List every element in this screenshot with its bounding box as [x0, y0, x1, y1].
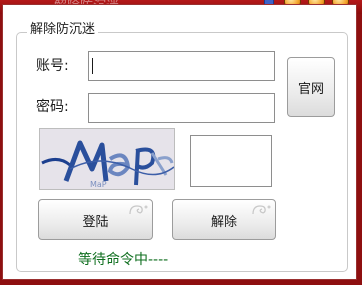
remove-label: 解除	[210, 215, 237, 230]
status-text: 等待命令中----	[78, 252, 169, 268]
login-label: 登陆	[82, 215, 109, 230]
group-title: 解除防沉迷	[27, 21, 99, 39]
text-caret	[92, 58, 93, 74]
account-label: 账号:	[36, 58, 69, 74]
account-input[interactable]	[88, 51, 275, 81]
captcha-graphic: MaP	[41, 140, 174, 189]
captcha-text: MaP	[90, 180, 107, 189]
captcha-input[interactable]	[190, 135, 272, 187]
login-button[interactable]: 登陆	[38, 199, 153, 240]
remove-button[interactable]: 解除	[172, 199, 276, 240]
password-label: 密码:	[36, 99, 69, 115]
captcha-image[interactable]: MaP	[39, 128, 175, 190]
official-site-label: 官网	[297, 82, 324, 97]
password-input[interactable]	[88, 93, 275, 123]
official-site-button[interactable]: 官网	[287, 57, 335, 117]
